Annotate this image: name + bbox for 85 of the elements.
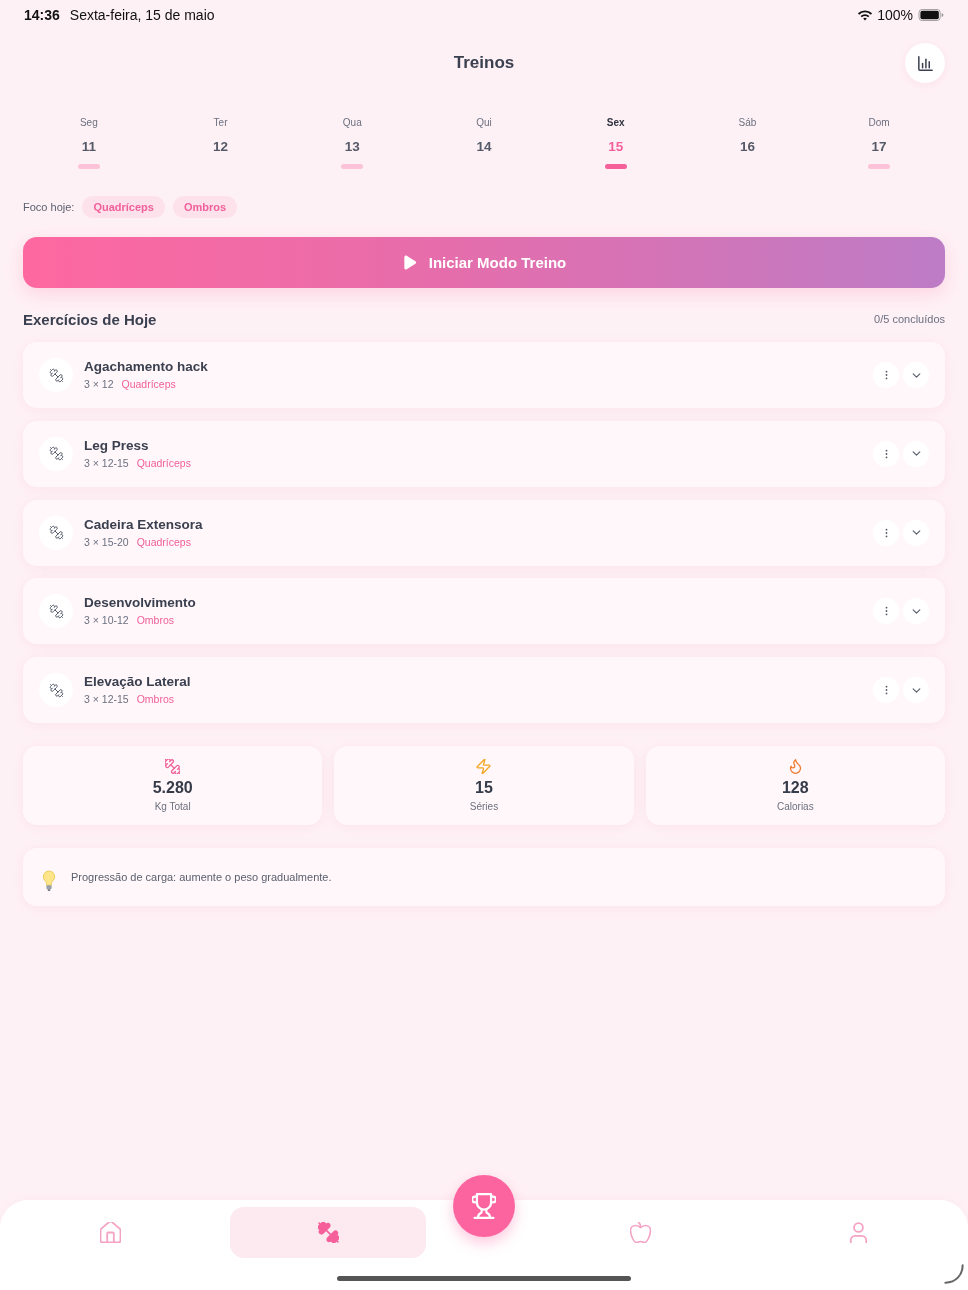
day-tab[interactable]: Seg 11 <box>60 116 117 169</box>
more-options-button[interactable] <box>873 677 899 703</box>
expand-button[interactable] <box>903 440 929 467</box>
muscle-label: Quadríceps <box>136 534 191 550</box>
wifi-icon <box>857 9 874 21</box>
expand-button[interactable] <box>903 598 929 625</box>
corner-arc-icon <box>944 1264 964 1284</box>
battery-icon <box>918 9 944 21</box>
exercise-card[interactable]: Agachamento hack 3 × 12 Quadríceps <box>23 342 945 408</box>
user-icon <box>847 1222 869 1243</box>
muscle-label: Ombros <box>136 613 174 629</box>
chevron-down-icon <box>911 372 921 378</box>
day-tab[interactable]: Ter 12 <box>192 116 249 169</box>
dumbbell-icon <box>39 594 73 629</box>
exercise-name: Desenvolvimento <box>84 594 196 612</box>
exercise-card[interactable]: Leg Press 3 × 12-15 Quadríceps <box>23 420 945 487</box>
play-icon <box>401 255 417 270</box>
exercise-name: Leg Press <box>84 436 150 454</box>
exercise-name: Cadeira Extensora <box>84 515 203 533</box>
muscle-label: Quadríceps <box>136 455 191 471</box>
muscle-tag: Ombros <box>172 196 238 218</box>
dumbbell-icon <box>39 515 73 550</box>
page-title: Treinos <box>453 53 515 73</box>
stat-value: 5.280 <box>152 778 193 798</box>
expand-button[interactable] <box>903 519 929 546</box>
stats-button[interactable] <box>905 43 945 83</box>
sets-reps: 3 × 12-15 <box>84 692 129 707</box>
day-tab[interactable]: Sáb 16 <box>719 116 776 169</box>
more-vertical-icon <box>884 685 888 695</box>
more-vertical-icon <box>884 527 888 538</box>
dumbbell-icon <box>39 436 73 471</box>
exercise-card[interactable]: Desenvolvimento 3 × 10-12 Ombros <box>23 578 945 645</box>
status-time: 14:36 <box>24 7 60 23</box>
stat-value: 128 <box>781 778 809 798</box>
more-options-button[interactable] <box>873 362 899 388</box>
trophy-icon <box>472 1193 496 1219</box>
expand-button[interactable] <box>903 677 929 703</box>
chevron-down-icon <box>911 608 921 614</box>
sets-reps: 3 × 12 <box>84 377 114 392</box>
section-title: Exercícios de Hoje <box>23 310 157 328</box>
sets-reps: 3 × 10-12 <box>84 613 129 629</box>
muscle-label: Quadríceps <box>121 377 176 392</box>
home-icon <box>99 1222 121 1243</box>
dumbbell-icon <box>39 673 73 707</box>
stat-value: 15 <box>475 778 493 798</box>
trophy-fab-button[interactable] <box>453 1175 515 1237</box>
muscle-tag: Quadríceps <box>82 196 165 218</box>
dumbbell-icon <box>317 1222 339 1243</box>
apple-icon <box>629 1222 651 1243</box>
nav-tab[interactable] <box>230 1207 426 1258</box>
lightning-icon <box>476 759 492 774</box>
expand-button[interactable] <box>903 362 929 388</box>
battery-percent: 100% <box>877 7 913 23</box>
more-options-button[interactable] <box>873 440 899 467</box>
muscle-label: Ombros <box>136 692 174 707</box>
more-options-button[interactable] <box>873 598 899 625</box>
chevron-down-icon <box>911 451 921 457</box>
exercise-name: Elevação Lateral <box>84 673 191 690</box>
stat-label: Séries <box>469 800 499 813</box>
day-tab[interactable]: Dom 17 <box>851 116 908 169</box>
focus-label: Foco hoje: <box>23 201 75 213</box>
completed-count: 0/5 concluídos <box>874 313 945 325</box>
bar-chart-icon <box>917 55 933 71</box>
exercise-card[interactable]: Cadeira Extensora 3 × 15-20 Quadríceps <box>23 499 945 566</box>
status-date: Sexta-feira, 15 de maio <box>69 7 215 23</box>
sets-reps: 3 × 12-15 <box>84 455 129 471</box>
dumbbell-icon <box>39 358 73 392</box>
stat-label: Kg Total <box>154 800 191 813</box>
more-options-button[interactable] <box>873 519 899 546</box>
day-tab[interactable]: Qui 14 <box>456 116 512 169</box>
exercise-card[interactable]: Elevação Lateral 3 × 12-15 Ombros <box>23 657 945 723</box>
day-tab[interactable]: Sex 15 <box>587 116 644 169</box>
exercise-name: Agachamento hack <box>84 358 208 375</box>
chevron-down-icon <box>911 530 921 535</box>
lightbulb-icon <box>42 870 56 892</box>
more-vertical-icon <box>884 370 888 380</box>
sets-reps: 3 × 15-20 <box>84 534 129 550</box>
day-tab[interactable]: Qua 13 <box>324 116 381 169</box>
dumbbell-icon <box>165 759 181 774</box>
flame-icon <box>787 759 803 774</box>
stat-label: Calorias <box>777 800 814 813</box>
chevron-down-icon <box>911 687 921 693</box>
more-vertical-icon <box>884 448 888 459</box>
more-vertical-icon <box>884 606 888 617</box>
tip-text: Progressão de carga: aumente o peso gradualmente. <box>71 871 332 883</box>
